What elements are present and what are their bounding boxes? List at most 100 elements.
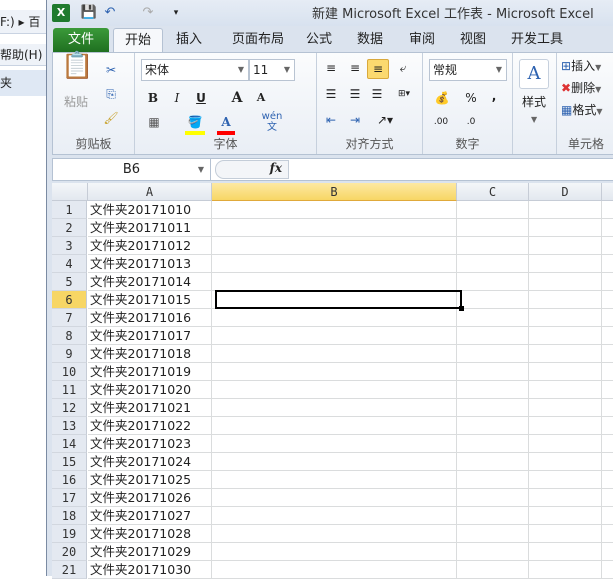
- cell-e[interactable]: [602, 201, 613, 219]
- cell-d[interactable]: [529, 543, 602, 561]
- cell-c[interactable]: [457, 435, 529, 453]
- row-header[interactable]: 13: [52, 417, 87, 435]
- cell-e[interactable]: [602, 507, 613, 525]
- cell-e[interactable]: [602, 471, 613, 489]
- tab-formulas[interactable]: 公式: [299, 28, 339, 53]
- cell-e[interactable]: [602, 525, 613, 543]
- folder-item[interactable]: 夹: [0, 70, 46, 96]
- cell-a[interactable]: 文件夹20171027: [88, 507, 212, 525]
- cell-c[interactable]: [457, 453, 529, 471]
- cell-c[interactable]: [457, 291, 529, 309]
- bold-button[interactable]: B: [143, 89, 163, 107]
- row-header[interactable]: 20: [52, 543, 87, 561]
- tab-page-layout[interactable]: 页面布局: [223, 28, 293, 53]
- cell-e[interactable]: [602, 255, 613, 273]
- tab-review[interactable]: 审阅: [402, 28, 442, 53]
- cell-e[interactable]: [602, 291, 613, 309]
- row-header[interactable]: 3: [52, 237, 87, 255]
- cell-b[interactable]: [212, 255, 457, 273]
- percent-button[interactable]: %: [463, 89, 479, 107]
- cell-b[interactable]: [212, 327, 457, 345]
- cell-b[interactable]: [212, 435, 457, 453]
- row-header[interactable]: 17: [52, 489, 87, 507]
- tab-data[interactable]: 数据: [350, 28, 390, 53]
- format-cells-button[interactable]: ▦格式▼: [561, 101, 613, 121]
- cell-b[interactable]: [212, 471, 457, 489]
- cell-a[interactable]: 文件夹20171023: [88, 435, 212, 453]
- cell-a[interactable]: 文件夹20171014: [88, 273, 212, 291]
- cell-e[interactable]: [602, 237, 613, 255]
- orientation-icon[interactable]: ↗▾: [373, 111, 397, 129]
- cell-d[interactable]: [529, 417, 602, 435]
- cell-a[interactable]: 文件夹20171026: [88, 489, 212, 507]
- cell-d[interactable]: [529, 273, 602, 291]
- paste-icon[interactable]: 📋: [61, 53, 93, 91]
- cell-c[interactable]: [457, 273, 529, 291]
- insert-function-button[interactable]: fx: [215, 160, 289, 179]
- font-size-select[interactable]: 11 ▼: [249, 59, 295, 81]
- align-right-icon[interactable]: ☰: [367, 85, 387, 103]
- merge-center-icon[interactable]: ⊞▾: [393, 85, 415, 103]
- cell-d[interactable]: [529, 453, 602, 471]
- row-header[interactable]: 6: [52, 291, 87, 309]
- underline-button[interactable]: U: [191, 89, 211, 107]
- cell-b[interactable]: [212, 345, 457, 363]
- cell-d[interactable]: [529, 345, 602, 363]
- cell-a[interactable]: 文件夹20171017: [88, 327, 212, 345]
- select-all-button[interactable]: [52, 183, 88, 201]
- cell-d[interactable]: [529, 489, 602, 507]
- cell-b[interactable]: [212, 363, 457, 381]
- row-header[interactable]: 14: [52, 435, 87, 453]
- decrease-indent-icon[interactable]: ⇤: [321, 111, 341, 129]
- cell-d[interactable]: [529, 219, 602, 237]
- cell-b[interactable]: [212, 201, 457, 219]
- cell-a[interactable]: 文件夹20171013: [88, 255, 212, 273]
- cell-c[interactable]: [457, 561, 529, 579]
- align-top-icon[interactable]: ≡: [321, 59, 341, 77]
- cell-c[interactable]: [457, 237, 529, 255]
- cell-c[interactable]: [457, 363, 529, 381]
- cell-a[interactable]: 文件夹20171019: [88, 363, 212, 381]
- row-header[interactable]: 4: [52, 255, 87, 273]
- cell-d[interactable]: [529, 201, 602, 219]
- cell-b[interactable]: [212, 507, 457, 525]
- phonetic-button[interactable]: wén文: [259, 111, 285, 133]
- cell-a[interactable]: 文件夹20171025: [88, 471, 212, 489]
- decrease-decimal-button[interactable]: .0: [459, 113, 483, 131]
- cell-a[interactable]: 文件夹20171029: [88, 543, 212, 561]
- cell-e[interactable]: [602, 543, 613, 561]
- tab-developer[interactable]: 开发工具: [507, 28, 567, 53]
- cell-e[interactable]: [602, 417, 613, 435]
- row-header[interactable]: 9: [52, 345, 87, 363]
- align-middle-icon[interactable]: ≡: [345, 59, 365, 77]
- cell-a[interactable]: 文件夹20171028: [88, 525, 212, 543]
- cell-a[interactable]: 文件夹20171015: [88, 291, 212, 309]
- cell-c[interactable]: [457, 345, 529, 363]
- cell-b[interactable]: [212, 219, 457, 237]
- fill-color-icon[interactable]: 🪣: [185, 113, 205, 135]
- cell-c[interactable]: [457, 399, 529, 417]
- cell-c[interactable]: [457, 309, 529, 327]
- cut-icon[interactable]: ✂: [101, 61, 121, 79]
- grow-font-button[interactable]: A: [227, 89, 247, 107]
- tab-view[interactable]: 视图: [453, 28, 493, 53]
- column-header-b[interactable]: B: [212, 183, 457, 201]
- increase-decimal-button[interactable]: .00: [429, 113, 453, 131]
- cell-d[interactable]: [529, 381, 602, 399]
- row-header[interactable]: 16: [52, 471, 87, 489]
- cell-a[interactable]: 文件夹20171024: [88, 453, 212, 471]
- customize-qat-icon[interactable]: ▾: [167, 4, 185, 22]
- number-format-select[interactable]: 常规 ▼: [429, 59, 507, 81]
- cell-d[interactable]: [529, 309, 602, 327]
- cell-b[interactable]: [212, 237, 457, 255]
- fill-handle[interactable]: [459, 306, 464, 311]
- cell-d[interactable]: [529, 327, 602, 345]
- address-bar[interactable]: F:) ▸ 百: [0, 10, 46, 34]
- cell-a[interactable]: 文件夹20171020: [88, 381, 212, 399]
- cell-c[interactable]: [457, 489, 529, 507]
- row-header[interactable]: 1: [52, 201, 87, 219]
- cell-d[interactable]: [529, 507, 602, 525]
- cell-e[interactable]: [602, 273, 613, 291]
- cell-b[interactable]: [212, 417, 457, 435]
- cell-b[interactable]: [212, 453, 457, 471]
